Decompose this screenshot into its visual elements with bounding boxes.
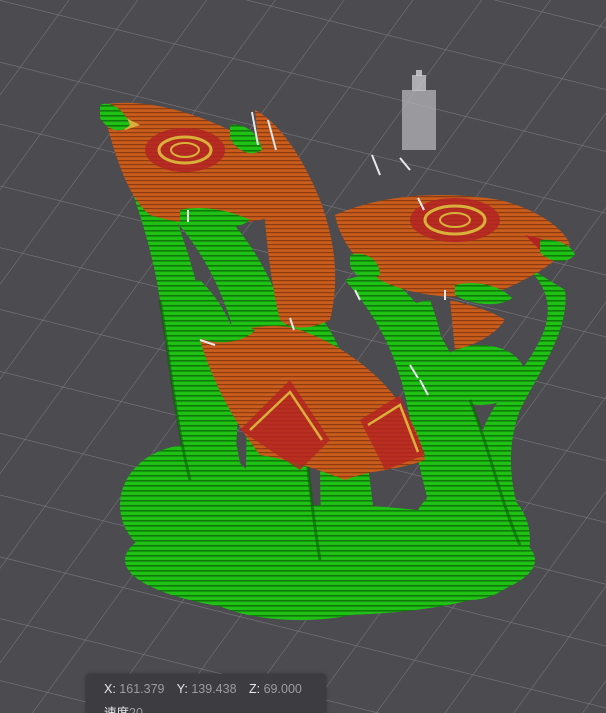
y-value: 139.438 <box>191 682 237 696</box>
build-plate-scene <box>0 0 606 713</box>
speed-label: 速度 <box>104 706 130 713</box>
speed-row: 速度20 <box>104 702 152 713</box>
position-row: X: 161.379 Y: 139.438 Z: 69.000 <box>104 682 311 696</box>
z-value: 69.000 <box>263 682 302 696</box>
z-label: Z: <box>249 682 261 696</box>
coordinate-readout: X: 161.379 Y: 139.438 Z: 69.000 速度20 <box>86 674 326 713</box>
speed-value: 20 <box>129 706 143 713</box>
x-value: 161.379 <box>119 682 165 696</box>
3d-preview-viewport[interactable]: X: 161.379 Y: 139.438 Z: 69.000 速度20 <box>0 0 606 713</box>
x-label: X: <box>104 682 116 696</box>
y-label: Y: <box>176 682 188 696</box>
